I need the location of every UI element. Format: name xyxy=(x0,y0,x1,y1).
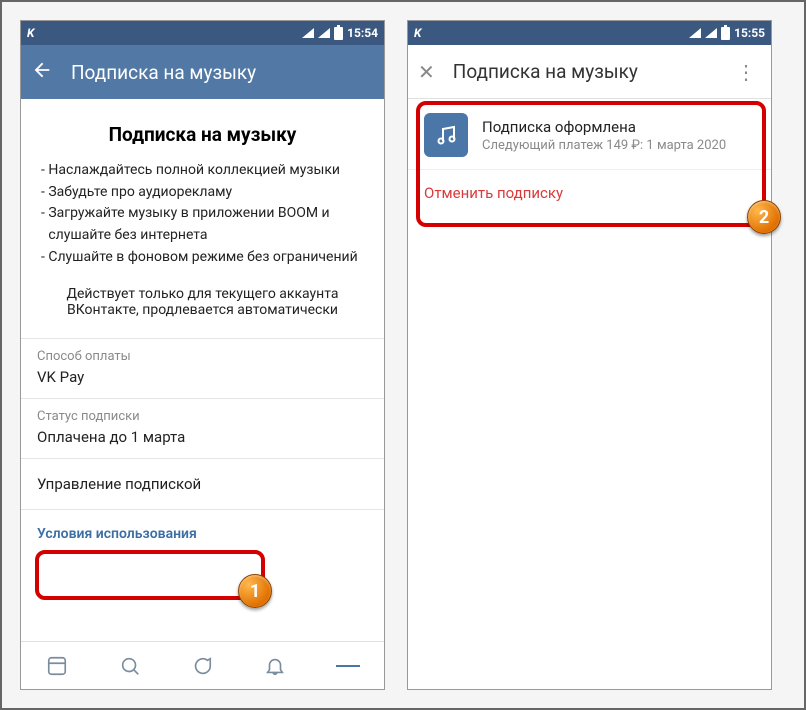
cancel-subscription-link[interactable]: Отменить подписку xyxy=(408,169,771,216)
benefit-item: Загружайте музыку в приложении BOOM и сл… xyxy=(41,203,364,246)
header: ✕ Подписка на музыку ⋮ xyxy=(408,45,771,99)
wifi-icon xyxy=(302,28,314,38)
battery-icon xyxy=(721,27,730,40)
wifi-icon xyxy=(689,28,701,38)
page-title: Подписка на музыку xyxy=(21,99,384,160)
benefits-list: Наслаждайтесь полной коллекцией музыки З… xyxy=(21,160,384,276)
statusbar-time: 15:54 xyxy=(347,26,378,40)
back-icon[interactable] xyxy=(31,59,53,86)
subscription-card-subtitle: Следующий платеж 149 ₽: 1 марта 2020 xyxy=(482,138,726,153)
phone-left: K 15:54 Подписка на музыку Подписка на м… xyxy=(20,20,385,690)
payment-method-row[interactable]: Способ оплаты VK Pay xyxy=(21,338,384,398)
subscription-status-row: Статус подписки Оплачена до 1 марта xyxy=(21,398,384,458)
header-title: Подписка на музыку xyxy=(71,61,374,84)
nav-search-icon[interactable] xyxy=(118,654,142,678)
step-badge-2: 2 xyxy=(747,200,781,234)
manage-subscription-row[interactable]: Управление подпиской xyxy=(21,458,384,509)
phone-right: K 15:55 ✕ Подписка на музыку ⋮ Подписка … xyxy=(407,20,772,690)
account-note: Действует только для текущего аккаунта В… xyxy=(21,276,384,338)
signal-icon xyxy=(705,28,717,38)
statusbar-time: 15:55 xyxy=(734,26,765,40)
statusbar: K 15:55 xyxy=(408,21,771,45)
benefit-item: Забудьте про аудиорекламу xyxy=(41,182,364,204)
battery-icon xyxy=(334,27,343,40)
subscription-status-label: Статус подписки xyxy=(37,409,368,424)
header: Подписка на музыку xyxy=(21,45,384,99)
nav-news-icon[interactable] xyxy=(45,654,69,678)
benefit-item: Слушайте в фоновом режиме без ограничени… xyxy=(41,247,364,269)
manage-subscription-label: Управление подпиской xyxy=(37,475,368,493)
signal-icon xyxy=(318,28,330,38)
payment-method-label: Способ оплаты xyxy=(37,349,368,364)
content: Подписка на музыку Наслаждайтесь полной … xyxy=(21,99,384,641)
step-badge-1: 1 xyxy=(238,574,272,608)
statusbar-app: K xyxy=(27,26,34,40)
nav-notifications-icon[interactable] xyxy=(263,654,287,678)
more-icon[interactable]: ⋮ xyxy=(736,60,761,84)
music-icon xyxy=(424,113,468,157)
payment-method-value: VK Pay xyxy=(37,368,368,386)
benefit-item: Наслаждайтесь полной коллекцией музыки xyxy=(41,160,364,182)
header-title: Подписка на музыку xyxy=(453,60,718,83)
statusbar-app: K xyxy=(414,26,421,40)
bottom-nav xyxy=(21,641,384,689)
subscription-card: Подписка оформлена Следующий платеж 149 … xyxy=(408,99,771,169)
statusbar: K 15:54 xyxy=(21,21,384,45)
subscription-card-title: Подписка оформлена xyxy=(482,118,726,136)
terms-link[interactable]: Условия использования xyxy=(21,509,384,558)
content: Подписка оформлена Следующий платеж 149 … xyxy=(408,99,771,689)
close-icon[interactable]: ✕ xyxy=(418,60,435,84)
nav-messages-icon[interactable] xyxy=(190,654,214,678)
subscription-status-value: Оплачена до 1 марта xyxy=(37,428,368,446)
nav-menu-icon[interactable] xyxy=(336,654,360,678)
